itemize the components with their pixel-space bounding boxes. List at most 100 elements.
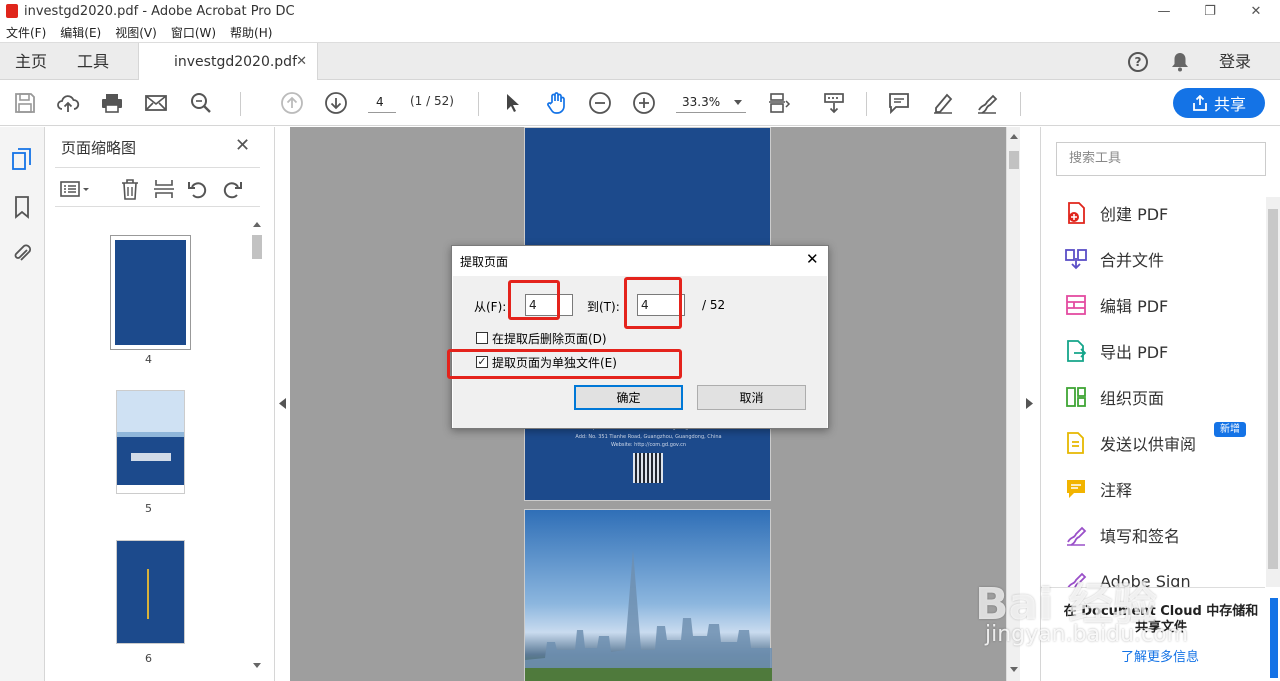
- page-number-input[interactable]: 4: [368, 91, 396, 113]
- comment-icon[interactable]: [886, 90, 912, 116]
- thumbnail-page-4[interactable]: [110, 235, 191, 350]
- minimize-button[interactable]: —: [1141, 0, 1187, 22]
- thumbnail-scrollbar[interactable]: [251, 221, 263, 676]
- total-pages: / 52: [702, 298, 726, 312]
- tool-fill-sign[interactable]: 填写和签名: [1065, 522, 1180, 548]
- tool-create-pdf[interactable]: 创建 PDF: [1065, 200, 1168, 226]
- menu-edit[interactable]: 编辑(E): [60, 24, 101, 41]
- close-tab-icon[interactable]: ✕: [296, 54, 307, 69]
- tool-export-pdf[interactable]: 导出 PDF: [1065, 338, 1168, 364]
- send-for-review-icon: [1067, 432, 1084, 454]
- ok-button[interactable]: 确定: [574, 385, 683, 410]
- restore-button[interactable]: ❐: [1187, 0, 1233, 22]
- highlight-box-separate-files: [447, 349, 682, 379]
- scrollbar-thumb[interactable]: [1009, 151, 1019, 169]
- scroll-mode-icon[interactable]: [821, 90, 847, 116]
- select-arrow-icon[interactable]: [499, 90, 525, 116]
- save-icon[interactable]: [12, 90, 38, 116]
- zoom-select[interactable]: 33.3%: [676, 91, 746, 113]
- rotate-right-icon[interactable]: [221, 178, 243, 200]
- page-text: Website: http://com.gd.gov.cn: [610, 442, 687, 448]
- previous-page-icon[interactable]: [279, 90, 305, 116]
- window-close-button[interactable]: ✕: [1233, 0, 1279, 22]
- attachment-icon[interactable]: [11, 241, 33, 265]
- options-menu-icon[interactable]: [60, 178, 92, 200]
- left-rail: [0, 127, 45, 681]
- email-icon[interactable]: [143, 90, 169, 116]
- tab-document[interactable]: investgd2020.pdf ✕: [138, 43, 318, 81]
- tool-edit-pdf[interactable]: 编辑 PDF: [1065, 292, 1168, 318]
- cloud-upload-icon[interactable]: [55, 90, 81, 116]
- qr-code: [633, 453, 663, 483]
- thumbnail-toolbar: [55, 167, 260, 207]
- dialog-close-icon[interactable]: ✕: [806, 250, 819, 268]
- learn-more-link[interactable]: 了解更多信息: [1121, 646, 1199, 665]
- page-thumbnails-icon[interactable]: [11, 147, 33, 171]
- hand-tool-icon[interactable]: [543, 90, 569, 116]
- watermark-url: jingyan.baidu.com: [985, 622, 1189, 647]
- sign-icon[interactable]: [974, 90, 1000, 116]
- city-skyline-image: [525, 550, 772, 681]
- edit-pdf-icon: [1066, 295, 1086, 315]
- zoom-in-icon[interactable]: [631, 90, 657, 116]
- highlight-box-from: [508, 280, 560, 320]
- login-button[interactable]: 登录: [1219, 43, 1251, 80]
- next-page-icon[interactable]: [323, 90, 349, 116]
- tool-send-for-review[interactable]: 发送以供审阅: [1065, 430, 1196, 456]
- bell-icon[interactable]: [1171, 52, 1189, 72]
- delete-after-checkbox[interactable]: [476, 332, 488, 344]
- extract-page-icon[interactable]: [153, 178, 175, 200]
- help-icon[interactable]: ?: [1128, 52, 1148, 72]
- zoom-out-icon[interactable]: [587, 90, 613, 116]
- scroll-down-icon[interactable]: [253, 663, 261, 669]
- dialog-title: 提取页面: [460, 255, 509, 269]
- tool-label: 发送以供审阅: [1100, 435, 1197, 454]
- scrollbar-thumb[interactable]: [252, 235, 262, 259]
- tool-label: 填写和签名: [1100, 527, 1181, 546]
- tools-scrollbar[interactable]: [1266, 197, 1280, 587]
- scroll-up-icon[interactable]: [1010, 133, 1018, 139]
- comment-icon: [1067, 480, 1085, 498]
- menu-help[interactable]: 帮助(H): [230, 24, 272, 41]
- tab-home[interactable]: 主页: [15, 43, 47, 80]
- menu-window[interactable]: 窗口(W): [171, 24, 216, 41]
- acrobat-app-icon: [6, 4, 18, 18]
- share-icon: [1193, 95, 1207, 111]
- close-panel-icon[interactable]: ✕: [235, 135, 250, 156]
- new-badge: 新增: [1214, 422, 1246, 437]
- thumbnail-label: 4: [145, 353, 152, 366]
- thumbnail-image: [147, 569, 177, 619]
- menu-bar: 文件(F) 编辑(E) 视图(V) 窗口(W) 帮助(H): [0, 22, 1280, 42]
- menu-file[interactable]: 文件(F): [6, 24, 46, 41]
- scrollbar-thumb[interactable]: [1268, 209, 1278, 569]
- tab-tools[interactable]: 工具: [77, 43, 109, 80]
- scroll-down-icon[interactable]: [1010, 667, 1018, 673]
- share-button[interactable]: 共享: [1173, 88, 1265, 118]
- to-label: 到(T):: [587, 300, 620, 314]
- delete-page-icon[interactable]: [119, 178, 141, 200]
- collapse-left-icon[interactable]: [279, 398, 286, 409]
- extract-pages-dialog: 提取页面 ✕ 从(F): 4 到(T): 4 / 52 在提取后删除页面(D) …: [451, 245, 829, 429]
- rotate-left-icon[interactable]: [187, 178, 209, 200]
- page-fit-icon[interactable]: [766, 90, 792, 116]
- tool-combine-files[interactable]: 合并文件: [1065, 246, 1164, 272]
- thumbnail-page-5[interactable]: [116, 390, 185, 494]
- chevron-down-icon: [734, 100, 742, 105]
- bookmark-icon[interactable]: [11, 195, 33, 219]
- scroll-up-icon[interactable]: [253, 221, 261, 227]
- toolbar-divider: [478, 92, 479, 116]
- cancel-button[interactable]: 取消: [697, 385, 806, 410]
- search-tools-input[interactable]: 搜索工具: [1056, 142, 1266, 176]
- tool-label: 注释: [1100, 481, 1133, 500]
- highlight-pen-icon[interactable]: [930, 90, 956, 116]
- thumbnail-page-6[interactable]: [116, 540, 185, 644]
- zoom-search-icon[interactable]: [188, 90, 214, 116]
- toolbar-divider: [1020, 92, 1021, 116]
- tool-comment[interactable]: 注释: [1065, 476, 1132, 502]
- thumbnail-label: 6: [145, 652, 152, 665]
- print-icon[interactable]: [99, 90, 125, 116]
- menu-view[interactable]: 视图(V): [115, 24, 157, 41]
- main-toolbar: 4 (1 / 52) 33.3%: [0, 80, 1280, 126]
- tool-organize-pages[interactable]: 组织页面: [1065, 384, 1164, 410]
- expand-right-icon[interactable]: [1026, 398, 1033, 409]
